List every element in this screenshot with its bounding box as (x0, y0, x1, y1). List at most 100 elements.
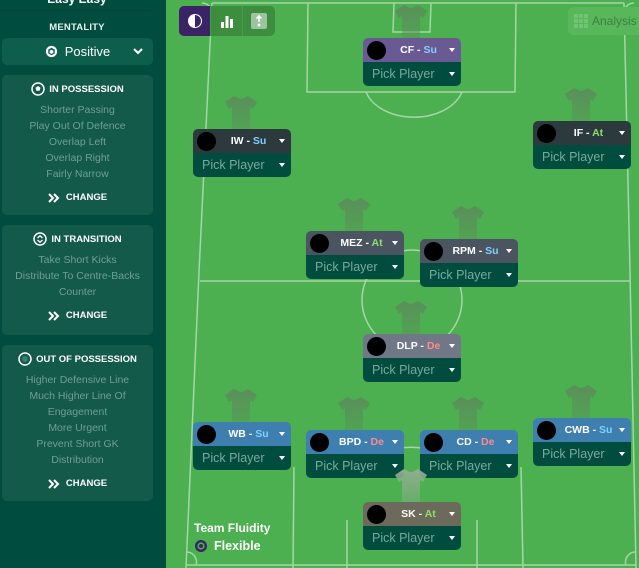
role-name: IF (573, 127, 584, 139)
role-duty: De (370, 436, 384, 448)
change-label: CHANGE (65, 310, 108, 321)
transition-icon (33, 232, 48, 246)
change-in-transition-button[interactable]: CHANGE (2, 310, 153, 321)
change-out-of-possession-button[interactable]: CHANGE (2, 478, 153, 489)
role-selector[interactable]: RPM - Su (420, 239, 518, 263)
position-slot: CD - De Pick Player (420, 397, 518, 478)
shirt-icon (395, 469, 427, 507)
role-separator: - (362, 237, 372, 249)
role-selector[interactable]: MEZ - At (306, 231, 404, 255)
shirt-icon (452, 206, 484, 244)
pick-player-label: Pick Player (429, 268, 492, 282)
pick-player-dropdown[interactable]: Pick Player (533, 145, 631, 169)
player-avatar (537, 420, 556, 440)
analysis-label: Analysis (592, 14, 637, 28)
role-selector[interactable]: IW - Su (193, 129, 291, 153)
instructions-view-button[interactable] (243, 6, 275, 36)
target-icon (195, 540, 207, 552)
role-name: IW (230, 135, 244, 147)
role-name: CD (456, 436, 472, 448)
pick-player-dropdown[interactable]: Pick Player (363, 62, 461, 86)
pick-player-dropdown[interactable]: Pick Player (363, 526, 461, 550)
role-selector[interactable]: WB - Su (193, 422, 291, 446)
role-name: CF (400, 44, 415, 56)
instruction-item: Distribution (51, 454, 104, 466)
player-avatar (367, 40, 386, 60)
position-slot: WB - Su Pick Player (193, 389, 291, 470)
caret-down-icon (279, 139, 285, 143)
caret-down-icon (619, 155, 625, 159)
team-fluidity-label: Team Fluidity (194, 521, 271, 535)
role-separator: - (475, 245, 486, 257)
panel-title: OUT OF POSSESSION (36, 353, 137, 365)
contrast-view-button[interactable] (179, 6, 211, 36)
instruction-item: Shorter Passing (40, 104, 115, 116)
position-card: BPD - De Pick Player (306, 430, 404, 478)
pick-player-dropdown[interactable]: Pick Player (363, 358, 461, 382)
pick-player-dropdown[interactable]: Pick Player (193, 153, 291, 177)
tactics-sidebar: Easy Easy MENTALITY Positive IN POSSESSI… (0, 0, 166, 568)
bar-chart-icon (220, 16, 233, 28)
role-separator: - (417, 340, 427, 352)
role-separator: - (243, 135, 253, 147)
role-name: DLP (396, 340, 418, 352)
in-possession-panel: IN POSSESSION Shorter Passing Play Out O… (2, 75, 153, 215)
pick-player-dropdown[interactable]: Pick Player (193, 446, 291, 470)
role-selector[interactable]: IF - At (533, 121, 631, 145)
player-avatar (537, 123, 556, 143)
role-separator: - (589, 424, 599, 436)
player-avatar (424, 241, 443, 261)
double-chevron-right-icon (48, 192, 60, 203)
role-duty: De (481, 436, 495, 448)
double-chevron-right-icon (48, 478, 60, 489)
caret-down-icon (279, 456, 285, 460)
pick-player-dropdown[interactable]: Pick Player (420, 454, 518, 478)
pick-player-label: Pick Player (429, 459, 492, 473)
shirt-icon (452, 397, 484, 435)
role-selector[interactable]: CWB - Su (533, 418, 631, 442)
mentality-dropdown[interactable]: Positive (2, 38, 153, 65)
role-selector[interactable]: SK - At (363, 502, 461, 526)
role-selector[interactable]: DLP - De (363, 334, 461, 358)
pick-player-dropdown[interactable]: Pick Player (306, 255, 404, 279)
position-card: CWB - Su Pick Player (533, 418, 631, 466)
pick-player-label: Pick Player (372, 531, 435, 545)
team-fluidity-value[interactable]: Flexible (194, 539, 270, 553)
position-card: MEZ - At Pick Player (306, 231, 404, 279)
position-card: RPM - Su Pick Player (420, 239, 518, 287)
change-in-possession-button[interactable]: CHANGE (2, 192, 153, 203)
position-card: SK - At Pick Player (363, 502, 461, 550)
pick-player-dropdown[interactable]: Pick Player (306, 454, 404, 478)
role-separator: - (471, 436, 482, 448)
caret-down-icon (449, 48, 455, 52)
pick-player-label: Pick Player (202, 451, 265, 465)
caret-down-icon (392, 241, 398, 245)
role-name: MEZ (340, 237, 363, 249)
pick-player-label: Pick Player (202, 158, 265, 172)
role-duty: De (426, 340, 441, 352)
position-slot: IF - At Pick Player (533, 88, 631, 169)
shirt-icon (225, 96, 257, 134)
role-selector[interactable]: CF - Su (363, 38, 461, 62)
role-name: CWB (564, 424, 590, 436)
role-name: RPM (452, 245, 476, 257)
pick-player-dropdown[interactable]: Pick Player (533, 442, 631, 466)
instruction-item: Much Higher Line Of (29, 390, 126, 402)
pick-player-dropdown[interactable]: Pick Player (420, 263, 518, 287)
role-name: WB (228, 428, 246, 440)
stats-view-button[interactable] (211, 6, 243, 36)
analysis-button[interactable]: Analysis (568, 7, 639, 35)
instruction-item: Engagement (47, 406, 108, 418)
caret-down-icon (449, 344, 455, 348)
fluidity-text: Flexible (214, 539, 261, 553)
position-slot: CWB - Su Pick Player (533, 385, 631, 466)
position-slot: BPD - De Pick Player (306, 397, 404, 478)
instruction-item: Counter (58, 286, 97, 298)
role-separator: - (583, 127, 593, 139)
instruction-item: Overlap Left (48, 136, 107, 148)
instruction-item: Play Out Of Defence (29, 120, 126, 132)
role-selector[interactable]: CD - De (420, 430, 518, 454)
player-avatar (424, 432, 443, 452)
mentality-label: MENTALITY (49, 22, 105, 33)
role-selector[interactable]: BPD - De (306, 430, 404, 454)
